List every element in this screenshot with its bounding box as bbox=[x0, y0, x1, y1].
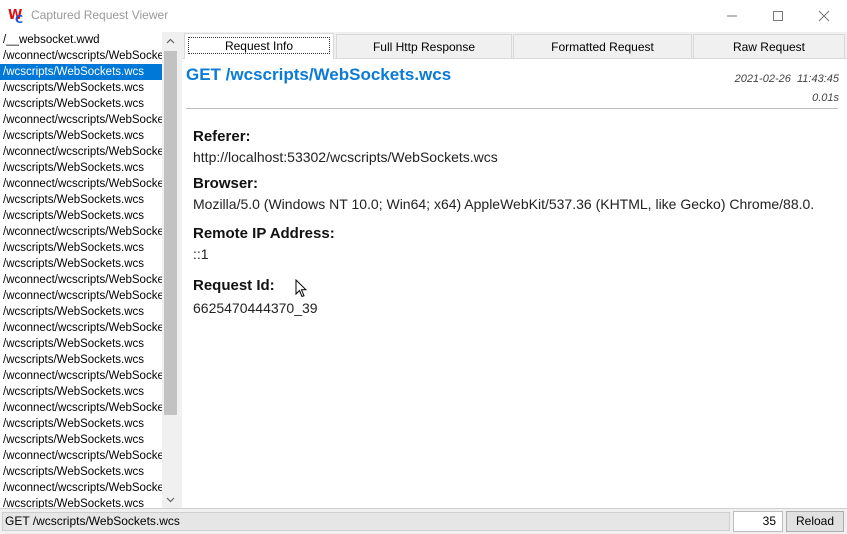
remote-ip-value: ::1 bbox=[193, 246, 209, 262]
minimize-icon bbox=[727, 15, 737, 16]
request-list-item[interactable]: /wcscripts/WebSockets.wcs bbox=[0, 384, 162, 400]
scroll-up-icon[interactable] bbox=[162, 32, 179, 49]
request-list-item[interactable]: /wconnect/wcscripts/WebSockets bbox=[0, 144, 162, 160]
request-title: GET /wcscripts/WebSockets.wcs bbox=[186, 65, 452, 84]
request-list-item[interactable]: /wconnect/wcscripts/WebSockets bbox=[0, 272, 162, 288]
request-count-field[interactable]: 35 bbox=[733, 511, 783, 532]
request-id-label: Request Id: bbox=[193, 277, 275, 294]
request-list-item[interactable]: /wconnect/wcscripts/WebSockets bbox=[0, 320, 162, 336]
close-icon bbox=[818, 10, 830, 21]
scroll-thumb[interactable] bbox=[164, 51, 177, 415]
minimize-button[interactable] bbox=[709, 0, 755, 31]
request-list-item[interactable]: /wcscripts/WebSockets.wcs bbox=[0, 256, 162, 272]
request-list-item[interactable]: /__websocket.wwd bbox=[0, 32, 162, 48]
request-list-item[interactable]: /wconnect/wcscripts/WebSockets bbox=[0, 176, 162, 192]
tab-raw-request[interactable]: Raw Request bbox=[693, 34, 845, 58]
list-scrollbar[interactable] bbox=[162, 32, 179, 508]
request-list-item[interactable]: /wcscripts/WebSockets.wcs bbox=[0, 96, 162, 112]
referer-value: http://localhost:53302/wcscripts/WebSock… bbox=[193, 149, 498, 165]
tab-bar: Request Info Full Http Response Formatte… bbox=[182, 32, 847, 59]
divider bbox=[186, 108, 838, 109]
request-list-items: /__websocket.wwd/wconnect/wcscripts/WebS… bbox=[0, 32, 162, 508]
tab-formatted-request[interactable]: Formatted Request bbox=[513, 34, 692, 58]
request-id-value: 6625470444370_39 bbox=[193, 300, 318, 316]
request-list-item[interactable]: /wconnect/wcscripts/WebSockets bbox=[0, 112, 162, 128]
status-text: GET /wcscripts/WebSockets.wcs bbox=[2, 512, 730, 531]
remote-ip-label: Remote IP Address: bbox=[193, 225, 335, 242]
tab-label: Raw Request bbox=[732, 40, 806, 54]
close-button[interactable] bbox=[801, 0, 847, 31]
request-list-item[interactable]: /wconnect/wcscripts/WebSockets bbox=[0, 448, 162, 464]
request-list-item[interactable]: /wconnect/wcscripts/WebSockets bbox=[0, 48, 162, 64]
tab-label: Full Http Response bbox=[372, 40, 476, 54]
request-list-item[interactable]: /wcscripts/WebSockets.wcs bbox=[0, 352, 162, 368]
maximize-icon bbox=[773, 10, 783, 21]
browser-value: Mozilla/5.0 (Windows NT 10.0; Win64; x64… bbox=[193, 196, 815, 212]
mouse-cursor-icon bbox=[295, 279, 307, 298]
request-date: 2021-02-26 bbox=[734, 73, 791, 85]
request-list-item[interactable]: /wcscripts/WebSockets.wcs bbox=[0, 336, 162, 352]
request-list-item[interactable]: /wcscripts/WebSockets.wcs bbox=[0, 304, 162, 320]
tab-focus-rect bbox=[188, 37, 330, 54]
request-list-item[interactable]: /wcscripts/WebSockets.wcs bbox=[0, 128, 162, 144]
maximize-button[interactable] bbox=[755, 0, 801, 31]
request-list-item[interactable]: /wconnect/wcscripts/WebSockets bbox=[0, 400, 162, 416]
request-timestamp: 2021-02-26 11:43:45 bbox=[735, 73, 839, 85]
request-list-item[interactable]: /wcscripts/WebSockets.wcs bbox=[0, 64, 162, 80]
request-list-item[interactable]: /wcscripts/WebSockets.wcs bbox=[0, 240, 162, 256]
tab-label: Formatted Request bbox=[551, 40, 654, 54]
reload-button[interactable]: Reload bbox=[786, 511, 844, 532]
tab-full-http-response[interactable]: Full Http Response bbox=[336, 34, 512, 58]
request-list-item[interactable]: /wconnect/wcscripts/WebSockets bbox=[0, 368, 162, 384]
request-list[interactable]: /__websocket.wwd/wconnect/wcscripts/WebS… bbox=[0, 32, 179, 508]
tab-request-info[interactable]: Request Info bbox=[184, 33, 334, 59]
request-list-item[interactable]: /wcscripts/WebSockets.wcs bbox=[0, 416, 162, 432]
scroll-down-icon[interactable] bbox=[162, 491, 179, 508]
referer-label: Referer: bbox=[193, 128, 251, 145]
request-time: 11:43:45 bbox=[796, 73, 839, 85]
title-bar: W C Captured Request Viewer bbox=[0, 0, 847, 31]
request-list-item[interactable]: /wcscripts/WebSockets.wcs bbox=[0, 208, 162, 224]
request-list-item[interactable]: /wcscripts/WebSockets.wcs bbox=[0, 464, 162, 480]
request-list-item[interactable]: /wconnect/wcscripts/WebSockets bbox=[0, 224, 162, 240]
window-title: Captured Request Viewer bbox=[31, 8, 169, 22]
request-list-item[interactable]: /wcscripts/WebSockets.wcs bbox=[0, 432, 162, 448]
request-list-item[interactable]: /wcscripts/WebSockets.wcs bbox=[0, 192, 162, 208]
request-info-panel: GET /wcscripts/WebSockets.wcs 2021-02-26… bbox=[182, 59, 847, 508]
wc-app-icon: W C bbox=[8, 8, 23, 24]
status-bar: GET /wcscripts/WebSockets.wcs 35 Reload bbox=[0, 508, 847, 534]
request-list-item[interactable]: /wcscripts/WebSockets.wcs bbox=[0, 496, 162, 508]
request-list-item[interactable]: /wconnect/wcscripts/WebSockets bbox=[0, 480, 162, 496]
request-duration: 0.01s bbox=[812, 92, 839, 104]
request-list-item[interactable]: /wconnect/wcscripts/WebSockets bbox=[0, 288, 162, 304]
request-list-item[interactable]: /wcscripts/WebSockets.wcs bbox=[0, 160, 162, 176]
svg-text:C: C bbox=[15, 13, 23, 24]
request-list-item[interactable]: /wcscripts/WebSockets.wcs bbox=[0, 80, 162, 96]
browser-label: Browser: bbox=[193, 175, 259, 192]
